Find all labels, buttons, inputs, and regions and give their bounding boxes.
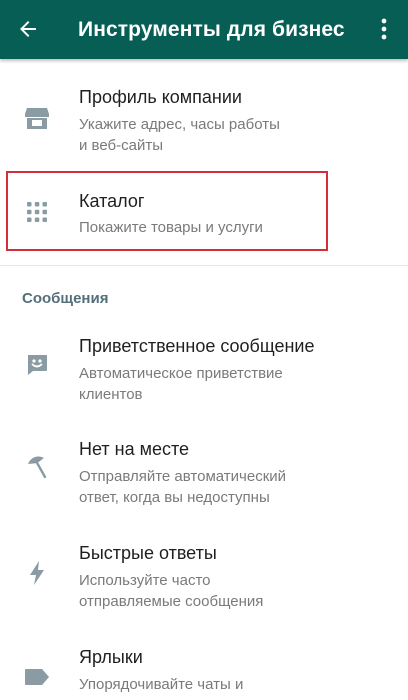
arrow-left-icon bbox=[20, 21, 36, 37]
lightning-icon bbox=[22, 558, 52, 588]
item-subtitle: Отправляйте автоматический ответ, когда … bbox=[79, 468, 287, 506]
app-bar: Инструменты для бизнеса bbox=[0, 0, 408, 59]
list-item-greeting-message[interactable]: Приветственное сообщение Автоматическое … bbox=[0, 325, 408, 420]
item-title: Нет на месте bbox=[79, 439, 190, 459]
more-options-button[interactable] bbox=[372, 11, 396, 47]
storefront-icon bbox=[22, 103, 52, 133]
divider bbox=[0, 265, 408, 266]
item-title: Профиль компании bbox=[79, 87, 242, 107]
item-subtitle: Используйте часто отправляемые сообщения bbox=[79, 572, 264, 610]
list-item-away-message[interactable]: Нет на месте Отправляйте автоматический … bbox=[0, 428, 408, 523]
item-title: Приветственное сообщение bbox=[79, 336, 315, 356]
section-header-messages: Сообщения bbox=[22, 290, 109, 307]
back-button[interactable] bbox=[10, 11, 46, 47]
more-vertical-icon bbox=[381, 18, 387, 40]
beach-umbrella-icon bbox=[22, 452, 52, 482]
item-title: Быстрые ответы bbox=[79, 543, 217, 563]
item-subtitle: Упорядочивайте чаты и клиентов bbox=[79, 676, 244, 700]
item-subtitle: Автоматическое приветствие клиентов bbox=[79, 365, 283, 403]
item-subtitle: Укажите адрес, часы работы и веб-сайты bbox=[79, 116, 280, 154]
catalog-highlight-box bbox=[6, 171, 328, 251]
label-tag-icon bbox=[22, 662, 52, 692]
list-item-quick-replies[interactable]: Быстрые ответы Используйте часто отправл… bbox=[0, 532, 408, 627]
list-item-labels[interactable]: Ярлыки Упорядочивайте чаты и клиентов bbox=[0, 636, 408, 700]
page-title: Инструменты для бизнеса bbox=[78, 18, 344, 41]
item-title: Ярлыки bbox=[79, 647, 143, 667]
greeting-chat-icon bbox=[22, 349, 52, 379]
list-item-company-profile[interactable]: Профиль компании Укажите адрес, часы раб… bbox=[0, 75, 408, 165]
